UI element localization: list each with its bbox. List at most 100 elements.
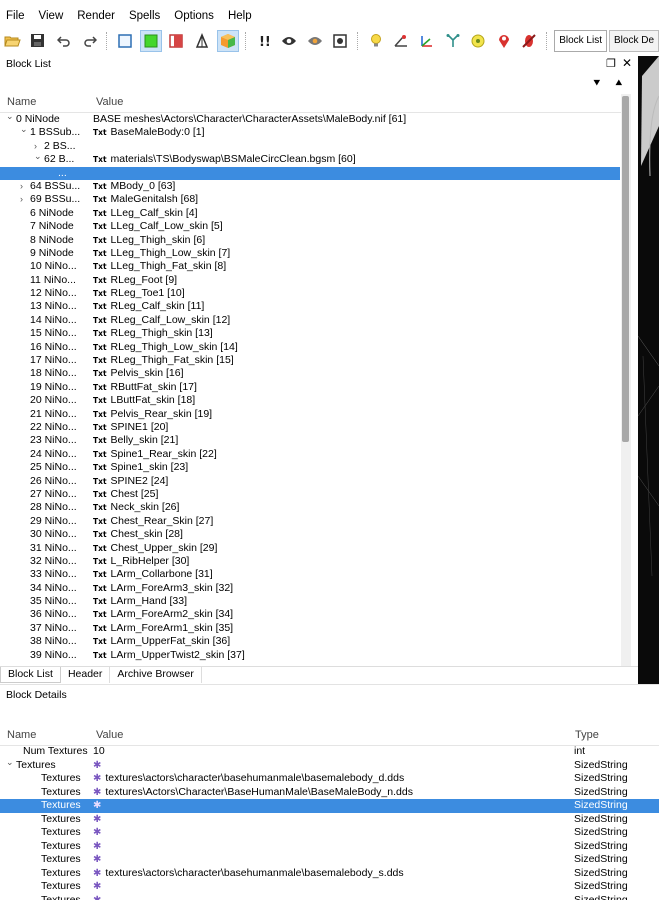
save-icon[interactable] <box>28 30 50 52</box>
tab-archive-browser[interactable]: Archive Browser <box>110 667 202 683</box>
column-header-name[interactable]: Name <box>7 96 36 108</box>
vertex-paint-icon[interactable] <box>191 30 213 52</box>
bones-icon[interactable] <box>442 30 464 52</box>
detail-row[interactable]: Textures ✱ SizedString <box>0 799 659 813</box>
menu-view[interactable]: View <box>33 6 72 26</box>
tree-row[interactable]: ⌄ 62 B... Txt materials\TS\Bodyswap\BSMaleC… <box>0 153 620 166</box>
tree-row[interactable]: 31 NiNo... Txt Chest_Upper_skin [29] <box>0 542 620 555</box>
camera-frame-icon[interactable] <box>329 30 351 52</box>
menu-render[interactable]: Render <box>71 6 123 26</box>
axes-color-icon[interactable] <box>416 30 438 52</box>
tree-row[interactable]: 26 NiNo... Txt SPINE2 [24] <box>0 475 620 488</box>
column-header-value[interactable]: Value <box>96 96 123 108</box>
view-frame-icon[interactable] <box>114 30 136 52</box>
eye-icon[interactable] <box>278 30 300 52</box>
tree-row[interactable]: 33 NiNo... Txt LArm_Collarbone [31] <box>0 568 620 581</box>
tree-row[interactable]: 17 NiNo... Txt RLeg_Thigh_Fat_skin [15] <box>0 354 620 367</box>
no-collision-icon[interactable] <box>519 30 541 52</box>
string-edit-icon[interactable]: ✱ <box>93 787 101 798</box>
menu-options[interactable]: Options <box>168 6 222 26</box>
tree-row[interactable]: 21 NiNo... Txt Pelvis_Rear_skin [19] <box>0 408 620 421</box>
tree-row[interactable]: ⌄ 0 NiNode BASE meshes\Actors\Character\Ch… <box>0 113 620 126</box>
chevron-right-icon[interactable]: › <box>20 180 30 193</box>
tree-row[interactable]: 37 NiNo... Txt LArm_ForeArm1_skin [35] <box>0 622 620 635</box>
menu-file[interactable]: File <box>0 6 33 26</box>
target-icon[interactable] <box>467 30 489 52</box>
tree-row[interactable]: 15 NiNo... Txt RLeg_Thigh_skin [13] <box>0 327 620 340</box>
tree-row[interactable]: 13 NiNo... Txt RLeg_Calf_skin [11] <box>0 300 620 313</box>
tree-row[interactable]: ⌄ 1 BSSub... Txt BaseMaleBody:0 [1] <box>0 126 620 139</box>
column-header-name[interactable]: Name <box>7 729 36 741</box>
exclaim-icon[interactable]: !! <box>253 30 275 52</box>
tree-row[interactable]: 19 NiNo... Txt RButtFat_skin [17] <box>0 381 620 394</box>
redo-icon[interactable] <box>79 30 101 52</box>
detail-row[interactable]: Textures ✱ textures\actors\character\baseh… <box>0 867 659 881</box>
tree-row[interactable]: 38 NiNo... Txt LArm_UpperFat_skin [36] <box>0 635 620 648</box>
chevron-right-icon[interactable]: › <box>34 140 44 153</box>
textured-view-icon[interactable] <box>140 30 162 52</box>
tree-row[interactable]: › 2 BS... <box>0 140 620 153</box>
string-edit-icon[interactable]: ✱ <box>93 881 101 892</box>
tree-row[interactable]: › 69 BSSu... Txt MaleGenitalsh [68] <box>0 193 620 206</box>
detail-row[interactable]: Textures ✱ SizedString <box>0 880 659 894</box>
string-edit-icon[interactable]: ✱ <box>93 800 101 811</box>
detail-row[interactable]: Textures ✱ textures\actors\character\baseh… <box>0 772 659 786</box>
tree-row[interactable]: 7 NiNode Txt LLeg_Calf_Low_skin [5] <box>0 220 620 233</box>
light-bulb-icon[interactable] <box>365 30 387 52</box>
shaded-view-icon[interactable] <box>166 30 188 52</box>
detail-row[interactable]: Textures ✱ SizedString <box>0 813 659 827</box>
column-header-type[interactable]: Type <box>575 729 599 741</box>
detail-row[interactable]: Textures ✱ SizedString <box>0 840 659 854</box>
tree-row[interactable]: 39 NiNo... Txt LArm_UpperTwist2_skin [37] <box>0 649 620 662</box>
string-edit-icon[interactable]: ✱ <box>93 854 101 865</box>
tree-row[interactable]: 34 NiNo... Txt LArm_ForeArm3_skin [32] <box>0 582 620 595</box>
tree-row[interactable]: 6 NiNode Txt LLeg_Calf_skin [4] <box>0 207 620 220</box>
tree-row[interactable]: 23 NiNo... Txt Belly_skin [21] <box>0 434 620 447</box>
detail-row[interactable]: Textures ✱ SizedString <box>0 853 659 867</box>
string-edit-icon[interactable]: ✱ <box>93 895 101 900</box>
tree-row[interactable]: 11 NiNo... Txt RLeg_Foot [9] <box>0 274 620 287</box>
tree-row[interactable]: 12 NiNo... Txt RLeg_Toe1 [10] <box>0 287 620 300</box>
cube-view-icon[interactable] <box>216 30 239 52</box>
render-viewport[interactable] <box>638 56 659 684</box>
axes-red-icon[interactable] <box>391 30 413 52</box>
panel-divider[interactable] <box>0 684 659 685</box>
detail-row[interactable]: Textures ✱ SizedString <box>0 826 659 840</box>
expand-all-icon[interactable]: ⯅ <box>614 76 624 91</box>
tab-block-list[interactable]: Block List <box>0 667 61 683</box>
detail-row[interactable]: Textures ✱ textures\Actors\Character\BaseH… <box>0 786 659 800</box>
chevron-right-icon[interactable]: › <box>20 193 30 206</box>
detail-row[interactable]: ⌄ Textures ✱ SizedString <box>0 756 659 773</box>
string-edit-icon[interactable]: ✱ <box>93 760 101 771</box>
collapse-all-icon[interactable]: ⯆ <box>592 76 602 91</box>
undo-icon[interactable] <box>53 30 75 52</box>
eye-alt-icon[interactable] <box>304 30 326 52</box>
string-edit-icon[interactable]: ✱ <box>93 827 101 838</box>
block-details-toggle-button[interactable]: Block De <box>608 30 659 52</box>
tree-row[interactable]: ... <box>0 166 620 180</box>
tree-row[interactable]: 20 NiNo... Txt LButtFat_skin [18] <box>0 394 620 407</box>
detail-row[interactable]: Num Textures 10 int <box>0 745 659 759</box>
tree-row[interactable]: 25 NiNo... Txt Spine1_skin [23] <box>0 461 620 474</box>
detail-row[interactable]: Textures ✱ SizedString <box>0 894 659 900</box>
block-list-toggle-button[interactable]: Block List <box>554 30 607 52</box>
chevron-down-icon[interactable]: ⌄ <box>34 153 44 163</box>
tree-row[interactable]: › 64 BSSu... Txt MBody_0 [63] <box>0 180 620 193</box>
tree-row[interactable]: 35 NiNo... Txt LArm_Hand [33] <box>0 595 620 608</box>
string-edit-icon[interactable]: ✱ <box>93 773 101 784</box>
tree-row[interactable]: 10 NiNo... Txt LLeg_Thigh_Fat_skin [8] <box>0 260 620 273</box>
tree-row[interactable]: 30 NiNo... Txt Chest_skin [28] <box>0 528 620 541</box>
tree-row[interactable]: 9 NiNode Txt LLeg_Thigh_Low_skin [7] <box>0 247 620 260</box>
string-edit-icon[interactable]: ✱ <box>93 868 101 879</box>
menu-spells[interactable]: Spells <box>123 6 168 26</box>
tab-header[interactable]: Header <box>61 667 111 683</box>
chevron-down-icon[interactable]: ⌄ <box>6 756 16 770</box>
string-edit-icon[interactable]: ✱ <box>93 814 101 825</box>
tree-row[interactable]: 32 NiNo... Txt L_RibHelper [30] <box>0 555 620 568</box>
tree-row[interactable]: 18 NiNo... Txt Pelvis_skin [16] <box>0 367 620 380</box>
tree-row[interactable]: 27 NiNo... Txt Chest [25] <box>0 488 620 501</box>
tree-row[interactable]: 22 NiNo... Txt SPINE1 [20] <box>0 421 620 434</box>
tree-row[interactable]: 36 NiNo... Txt LArm_ForeArm2_skin [34] <box>0 608 620 621</box>
block-list-scroll-thumb[interactable] <box>622 96 629 442</box>
tree-row[interactable]: 16 NiNo... Txt RLeg_Thigh_Low_skin [14] <box>0 341 620 354</box>
